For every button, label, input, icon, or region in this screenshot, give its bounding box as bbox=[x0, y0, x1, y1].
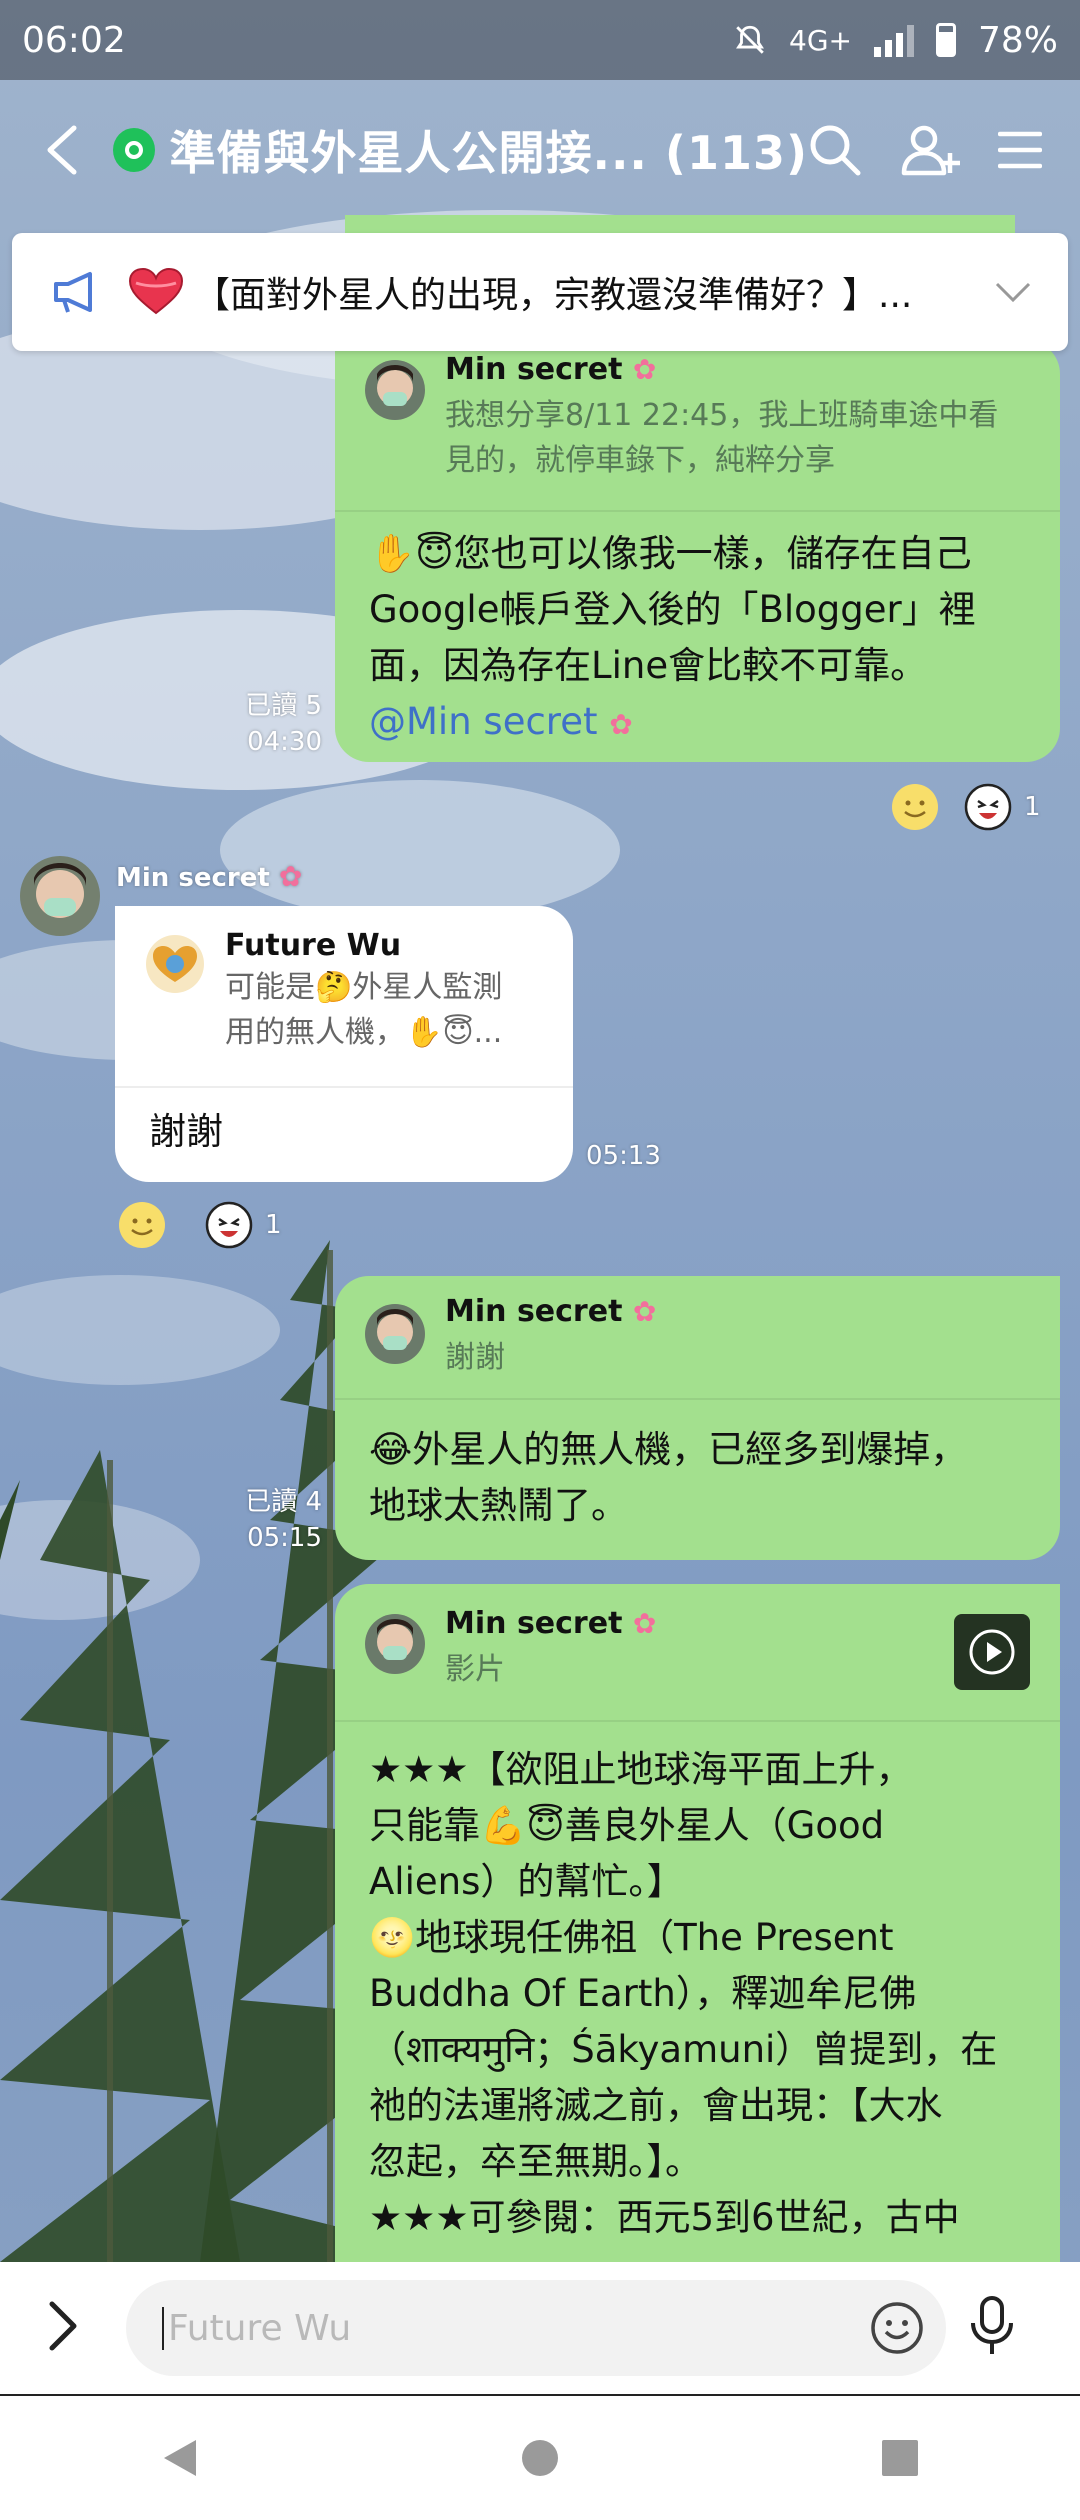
halo-smile-emoji-icon: 😇 bbox=[442, 1015, 474, 1050]
quote-text: 謝謝 bbox=[445, 1340, 505, 1375]
expand-button[interactable] bbox=[46, 2300, 106, 2356]
chat-header: 準備與外星人公開接... (113) bbox=[0, 80, 1080, 220]
flexed-biceps-emoji-icon: 💪 bbox=[480, 1804, 527, 1847]
message-input-bar bbox=[0, 2262, 1080, 2394]
sender-name: Min secret bbox=[116, 863, 270, 893]
message-time: 05:15 bbox=[247, 1523, 322, 1553]
quote-text: 我想分享8/11 22:45，我上班騎車途中看 見的，就停車錄下，純粹分享 bbox=[445, 398, 999, 478]
menu-icon[interactable] bbox=[998, 130, 1042, 170]
wave-hand-emoji-icon: ✋ bbox=[369, 532, 416, 575]
sent-message-bubble[interactable]: Min secret ✿ 影片 ★★★【欲阻止地球海平面上升， 只能靠💪😇善良外… bbox=[335, 1584, 1060, 2304]
crescent-moon-face-emoji-icon: 🌝 bbox=[369, 1916, 416, 1959]
avatar bbox=[365, 1614, 425, 1674]
reaction-count: 1 bbox=[1024, 792, 1041, 822]
sender-name-row: Min secret ✿ bbox=[116, 860, 302, 893]
announcement-text: 【面對外星人的出現，宗教還沒準備好？】... bbox=[194, 275, 913, 316]
sent-message-bubble[interactable]: Min secret ✿ 謝謝 😂外星人的無人機，已經多到爆掉， 地球太熱鬧了。 bbox=[335, 1276, 1060, 1560]
halo-smile-emoji-icon: 😇 bbox=[415, 532, 454, 575]
message-text: 😂外星人的無人機，已經多到爆掉， 地球太熱鬧了。 bbox=[369, 1428, 968, 1527]
play-icon bbox=[969, 1629, 1015, 1675]
read-count: 已讀 4 bbox=[245, 1487, 322, 1517]
open-chat-badge-icon bbox=[113, 128, 156, 172]
mention-link[interactable]: @Min secret bbox=[369, 700, 597, 743]
announcement-banner[interactable]: 【面對外星人的出現，宗教還沒準備好？】... bbox=[12, 233, 1068, 351]
reaction-count: 1 bbox=[265, 1210, 282, 1240]
back-button[interactable] bbox=[44, 120, 101, 180]
quote-sender-name: Min secret bbox=[445, 1606, 623, 1641]
received-message-bubble[interactable]: Future Wu 可能是🤔外星人監測 用的無人機，✋😇... 謝謝 bbox=[115, 906, 573, 1182]
message-input[interactable] bbox=[162, 2306, 870, 2350]
thinking-emoji-icon: 🤔 bbox=[315, 970, 353, 1005]
nav-back-icon[interactable] bbox=[160, 2436, 200, 2480]
heart-icon bbox=[128, 267, 184, 315]
quote-sender-name: Min secret bbox=[445, 352, 623, 387]
message-field bbox=[126, 2280, 946, 2376]
quote-sender-name: Min secret bbox=[445, 1294, 623, 1329]
chevron-down-icon[interactable] bbox=[994, 281, 1032, 303]
status-bar: 06:02 4G+ 78% bbox=[0, 0, 1080, 80]
message-time: 04:30 bbox=[247, 727, 322, 757]
add-friend-icon[interactable] bbox=[900, 123, 960, 177]
reactions[interactable]: 1 bbox=[117, 1200, 282, 1250]
message-meta: 已讀 5 04:30 bbox=[210, 688, 322, 760]
search-icon[interactable] bbox=[808, 123, 862, 177]
sender-avatar[interactable] bbox=[20, 856, 100, 936]
flower-icon: ✿ bbox=[632, 1607, 657, 1640]
tears-of-joy-emoji-icon: 😂 bbox=[369, 1428, 413, 1471]
voice-button[interactable] bbox=[968, 2295, 1016, 2361]
wave-hand-emoji-icon: ✋ bbox=[405, 1015, 443, 1050]
quote-sender-name: Future Wu bbox=[225, 928, 402, 963]
laughing-sticker-icon bbox=[964, 783, 1012, 831]
message-text: 謝謝 bbox=[149, 1110, 223, 1153]
video-thumbnail[interactable] bbox=[954, 1614, 1030, 1690]
quote-text: 可能是🤔外星人監測 用的無人機，✋😇... bbox=[225, 970, 503, 1050]
sent-message-bubble[interactable]: Min secret ✿ 我想分享8/11 22:45，我上班騎車途中看 見的，… bbox=[335, 340, 1060, 762]
megaphone-icon bbox=[54, 272, 92, 313]
message-text: ✋😇您也可以像我一樣，儲存在自己 Google帳戶登入後的「Blogger」裡 … bbox=[369, 532, 976, 743]
microphone-icon bbox=[971, 2296, 1013, 2354]
message-text: ★★★【欲阻止地球海平面上升， 只能靠💪😇善良外星人（Good Aliens）的… bbox=[369, 1748, 998, 2239]
nav-home-icon[interactable] bbox=[520, 2438, 560, 2478]
flower-icon: ✿ bbox=[609, 708, 633, 741]
flower-icon: ✿ bbox=[278, 860, 303, 893]
avatar bbox=[145, 934, 205, 994]
signal-icon bbox=[873, 23, 914, 57]
system-navigation-bar bbox=[0, 2394, 1080, 2520]
network-type: 4G+ bbox=[789, 23, 852, 57]
nav-recents-icon[interactable] bbox=[880, 2438, 920, 2478]
flower-icon: ✿ bbox=[632, 353, 657, 386]
smile-emoji-icon bbox=[892, 784, 938, 830]
flower-icon: ✿ bbox=[632, 1295, 657, 1328]
avatar bbox=[365, 1304, 425, 1364]
battery-level: 78% bbox=[977, 19, 1058, 61]
halo-smile-emoji-icon: 😇 bbox=[526, 1804, 565, 1847]
status-time: 06:02 bbox=[22, 19, 126, 61]
quote-text: 影片 bbox=[445, 1652, 505, 1687]
battery-icon bbox=[935, 23, 956, 57]
back-arrow-icon bbox=[47, 125, 77, 175]
reactions[interactable]: 1 bbox=[890, 782, 1041, 832]
message-time: 05:13 bbox=[586, 1141, 661, 1171]
read-count: 已讀 5 bbox=[245, 691, 322, 721]
emoji-icon[interactable] bbox=[870, 2301, 924, 2355]
avatar bbox=[365, 360, 425, 420]
smile-emoji-icon bbox=[119, 1202, 165, 1248]
chevron-right-icon bbox=[49, 2301, 77, 2351]
chat-title[interactable]: 準備與外星人公開接... (113) bbox=[169, 117, 808, 183]
message-meta: 已讀 4 05:15 bbox=[210, 1484, 322, 1556]
mute-notifications-icon bbox=[736, 25, 764, 54]
laughing-sticker-icon bbox=[205, 1201, 253, 1249]
